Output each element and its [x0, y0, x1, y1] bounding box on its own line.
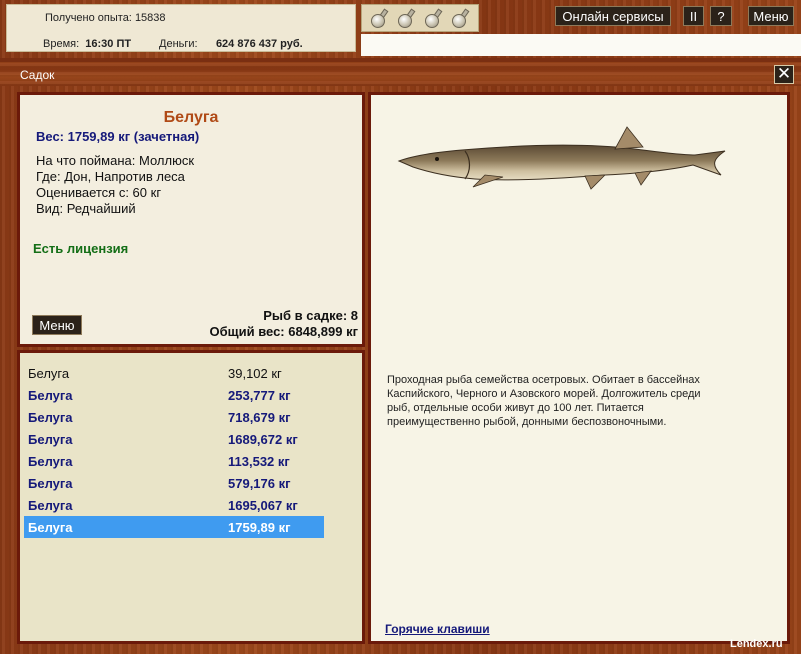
license-status: Есть лицензия — [33, 241, 129, 256]
flask-icon[interactable] — [370, 8, 390, 28]
fish-weight: Вес: 1759,89 кг (зачетная) — [36, 129, 200, 144]
fish-kind: Вид: Редчайший — [36, 201, 136, 216]
money-line: Деньги: 624 876 437 руб. — [159, 38, 303, 50]
fish-valued: Оценивается с: 60 кг — [36, 185, 162, 200]
flask-icon[interactable] — [397, 8, 417, 28]
flask-slots — [361, 4, 479, 32]
fish-info-panel: Белуга Вес: 1759,89 кг (зачетная) На что… — [17, 92, 365, 347]
close-button[interactable]: ✕ — [774, 65, 794, 84]
time-label: Время: — [43, 38, 80, 50]
experience-label: Получено опыта: — [45, 12, 132, 24]
status-panel: Получено опыта: 15838 Время: 16:30 ПТ Де… — [6, 4, 356, 52]
time-line: Время: 16:30 ПТ — [43, 38, 131, 50]
message-strip — [361, 34, 801, 56]
catch-list-panel: Белуга 39,102 кг Белуга 253,777 кг Белуга 7… — [17, 350, 365, 644]
flask-icon[interactable] — [424, 8, 444, 28]
list-item[interactable]: Белуга 253,777 кг — [24, 384, 324, 406]
list-item[interactable]: Белуга 1695,067 кг — [24, 494, 324, 516]
list-item[interactable]: Белуга 579,176 кг — [24, 472, 324, 494]
total-weight: Общий вес: 6848,899 кг — [209, 324, 358, 339]
fish-menu-button[interactable]: Меню — [32, 315, 82, 335]
online-services-button[interactable]: Онлайн сервисы — [555, 6, 671, 26]
beluga-fish-image — [397, 126, 726, 190]
fish-location: Где: Дон, Напротив леса — [36, 169, 185, 184]
main-menu-button[interactable]: Меню — [748, 6, 794, 26]
window-title: Садок — [20, 68, 55, 82]
hotkeys-link[interactable]: Горячие клавиши — [385, 622, 490, 636]
money-label: Деньги: — [159, 38, 198, 50]
catch-list: Белуга 39,102 кг Белуга 253,777 кг Белуга 7… — [24, 362, 324, 538]
list-item[interactable]: Белуга 1689,672 кг — [24, 428, 324, 450]
list-item[interactable]: Белуга 718,679 кг — [24, 406, 324, 428]
list-item-selected[interactable]: Белуга 1759,89 кг — [24, 516, 324, 538]
fish-bait: На что поймана: Моллюск — [36, 153, 195, 168]
description-panel: Проходная рыба семейства осетровых. Обит… — [368, 92, 790, 644]
fish-count: Рыб в садке: 8 — [263, 308, 358, 323]
list-item[interactable]: Белуга 39,102 кг — [24, 362, 324, 384]
experience-line: Получено опыта: 15838 — [45, 12, 166, 24]
money-value: 624 876 437 руб. — [215, 38, 303, 50]
fish-description: Проходная рыба семейства осетровых. Обит… — [387, 374, 701, 428]
help-button[interactable]: ? — [710, 6, 732, 26]
experience-value: 15838 — [134, 12, 166, 24]
watermark: Lendex.ru — [730, 638, 783, 650]
time-value: 16:30 ПТ — [85, 38, 132, 50]
pause-button[interactable]: II — [683, 6, 704, 26]
flask-icon[interactable] — [451, 8, 471, 28]
list-item[interactable]: Белуга 113,532 кг — [24, 450, 324, 472]
window-titlebar — [0, 62, 801, 86]
fish-name-title: Белуга — [163, 109, 219, 126]
